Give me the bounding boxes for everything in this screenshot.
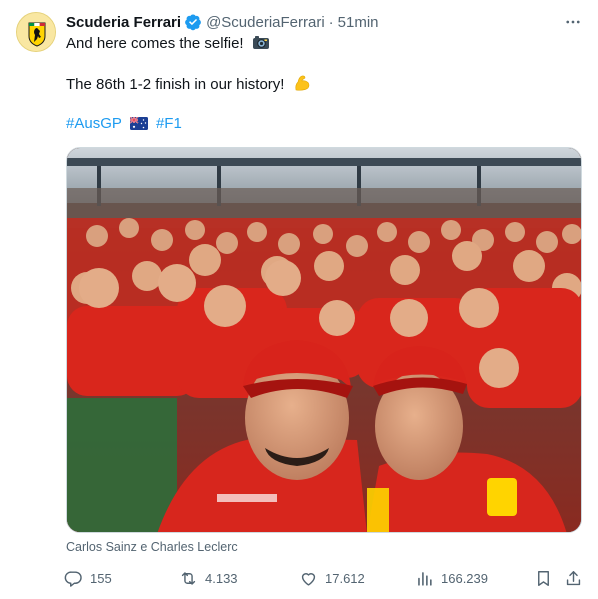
- share-icon: [566, 570, 581, 585]
- photo-caption: Carlos Sainz e Charles Leclerc: [66, 540, 238, 554]
- australia-flag-emoji: [129, 116, 148, 136]
- display-name[interactable]: Scuderia Ferrari: [66, 14, 181, 31]
- views-count: 166.239: [441, 570, 488, 586]
- tweet-card[interactable]: Scuderia Ferrari @ScuderiaFerrari · 51mi…: [0, 0, 598, 599]
- separator-dot: ·: [328, 13, 334, 31]
- tweet-header: Scuderia Ferrari @ScuderiaFerrari · 51mi…: [66, 11, 379, 33]
- retweet-icon: [181, 571, 196, 585]
- more-options-button[interactable]: [562, 12, 584, 32]
- reply-button[interactable]: 155: [64, 564, 112, 592]
- bookmark-icon: [538, 570, 549, 586]
- like-button[interactable]: 17.612: [299, 564, 365, 592]
- tweet-text-line: And here comes the selfie!: [66, 34, 270, 57]
- user-handle[interactable]: @ScuderiaFerrari: [206, 14, 325, 31]
- retweet-button[interactable]: 4.133: [179, 564, 238, 592]
- reply-icon: [64, 570, 82, 587]
- hashtags-line: #AusGP #F1: [66, 114, 182, 136]
- like-count: 17.612: [325, 570, 365, 586]
- bookmark-button[interactable]: [534, 564, 553, 592]
- views-button[interactable]: 166.239: [415, 564, 488, 592]
- ferrari-shield-icon: [17, 13, 55, 51]
- camera-flash-emoji: [252, 34, 270, 57]
- reply-count: 155: [90, 570, 112, 586]
- action-bar: 155 4.133 17.612 166.239: [58, 564, 588, 592]
- heart-icon: [301, 572, 316, 586]
- tweet-text: The 86th 1-2 finish in our history!: [66, 76, 285, 93]
- more-dots-icon: [566, 20, 580, 24]
- hashtag-link[interactable]: #F1: [156, 115, 182, 132]
- share-button[interactable]: [564, 564, 583, 592]
- tweet-text: And here comes the selfie!: [66, 35, 244, 52]
- avatar[interactable]: [16, 12, 56, 52]
- tweet-text-line: The 86th 1-2 finish in our history!: [66, 74, 311, 98]
- retweet-count: 4.133: [205, 570, 238, 586]
- photo-selfie-image: [67, 148, 581, 532]
- hashtag-link[interactable]: #AusGP: [66, 115, 122, 132]
- verified-badge-icon: [184, 13, 202, 31]
- tweet-photo[interactable]: [66, 147, 582, 533]
- timestamp[interactable]: 51min: [338, 14, 379, 31]
- views-chart-icon: [418, 571, 432, 586]
- flexed-biceps-emoji: [293, 74, 311, 98]
